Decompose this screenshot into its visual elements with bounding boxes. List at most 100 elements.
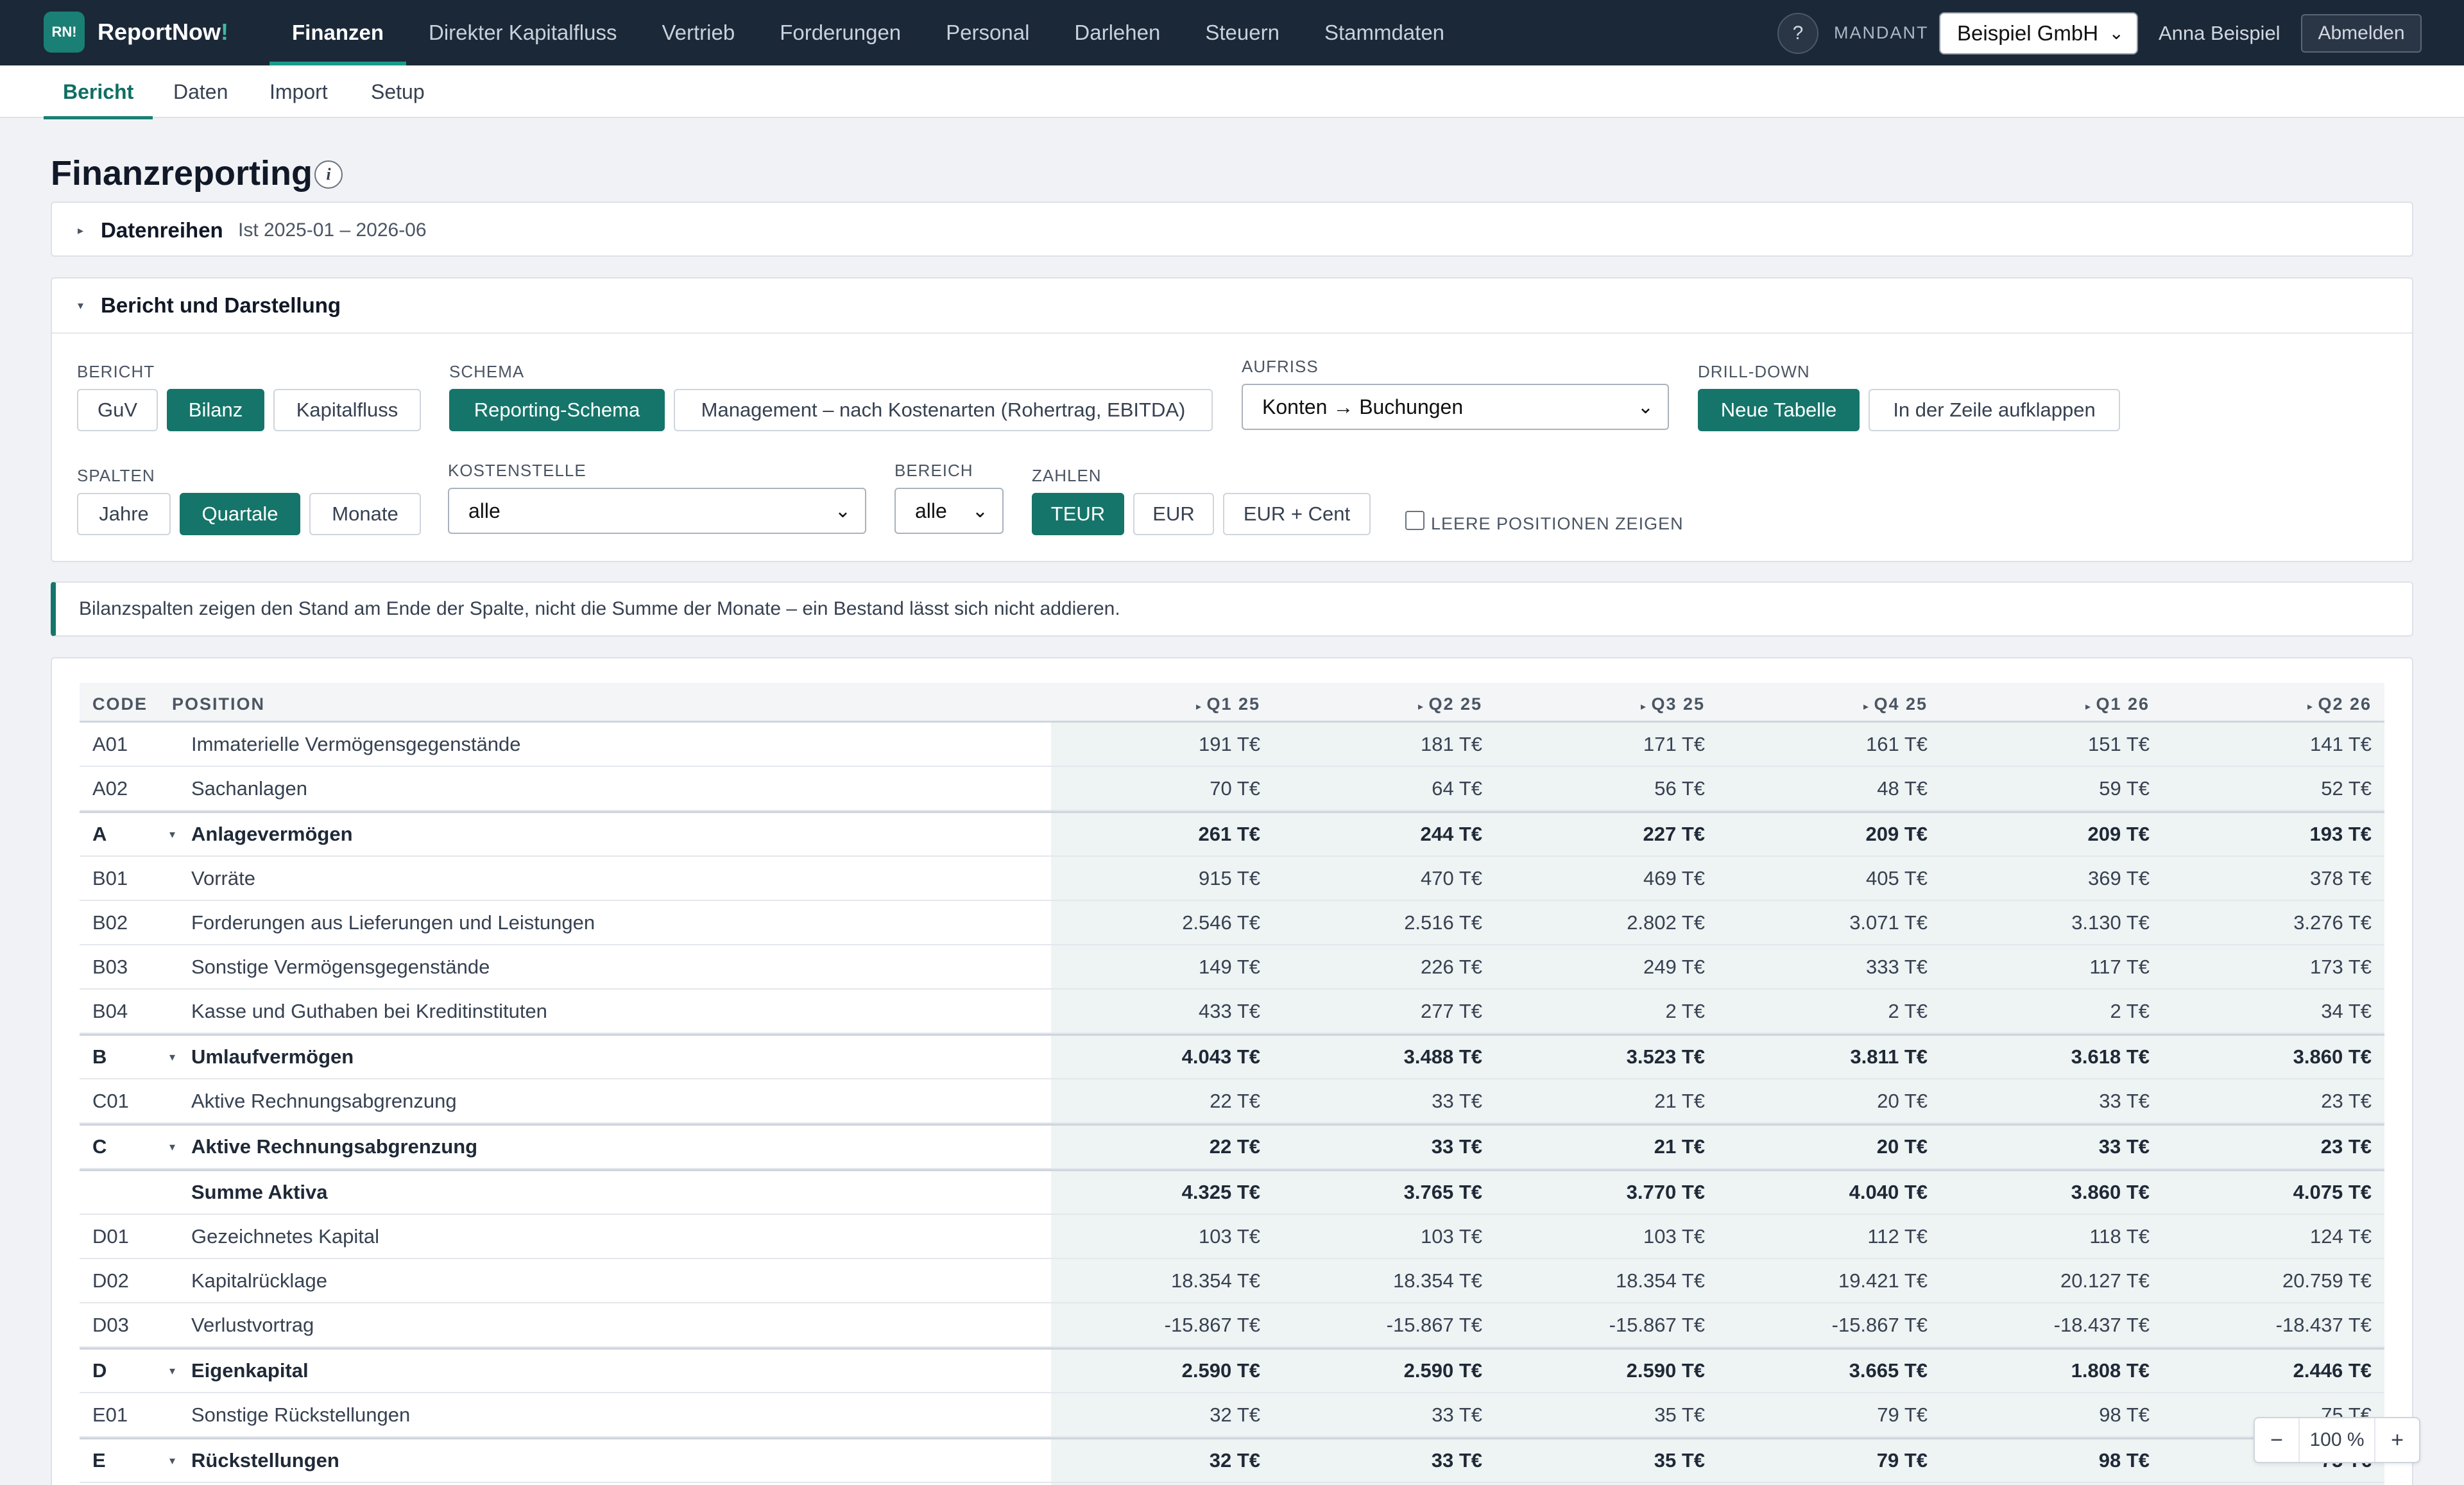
col-header-quarter[interactable]: ▸ Q1 25: [1068, 694, 1260, 717]
row-value[interactable]: 171 T€: [1500, 723, 1705, 766]
kostenstelle-select[interactable]: alle ⌄: [448, 488, 866, 534]
row-value[interactable]: 22 T€: [1055, 1126, 1260, 1168]
row-value[interactable]: -18.437 T€: [1944, 1303, 2150, 1346]
row-value[interactable]: 21 T€: [1500, 1079, 1705, 1122]
row-value[interactable]: 79 T€: [1722, 1393, 1928, 1436]
drilldown-new-table-button[interactable]: Neue Tabelle: [1698, 389, 1860, 431]
zoom-out-button[interactable]: −: [2255, 1418, 2298, 1462]
row-value[interactable]: 33 T€: [1277, 1079, 1482, 1122]
row-value[interactable]: 103 T€: [1277, 1215, 1482, 1258]
row-value[interactable]: 244 T€: [1277, 813, 1482, 855]
row-value[interactable]: 56 T€: [1500, 767, 1705, 810]
row-value[interactable]: 23 T€: [2166, 1126, 2372, 1168]
row-value[interactable]: 18.354 T€: [1277, 1259, 1482, 1302]
row-value[interactable]: 2 T€: [1500, 990, 1705, 1033]
row-value[interactable]: 35 T€: [1500, 1393, 1705, 1436]
row-value[interactable]: 209 T€: [1944, 813, 2150, 855]
table-row[interactable]: B04 Kasse und Guthaben bei Kreditinstitut…: [80, 990, 2384, 1034]
brand-name[interactable]: ReportNow!: [98, 18, 228, 46]
row-value[interactable]: 32 T€: [1055, 1393, 1260, 1436]
schema-management-button[interactable]: Management – nach Kostenarten (Rohertrag…: [674, 389, 1213, 431]
row-value[interactable]: 2.546 T€: [1055, 901, 1260, 944]
table-row[interactable]: B02 Forderungen aus Lieferungen und Leist…: [80, 901, 2384, 945]
row-value[interactable]: 470 T€: [1277, 857, 1482, 900]
row-value[interactable]: 20 T€: [1722, 1079, 1928, 1122]
row-value[interactable]: 112 T€: [1722, 1215, 1928, 1258]
row-value[interactable]: 98 T€: [1944, 1393, 2150, 1436]
row-value[interactable]: 3.071 T€: [1722, 901, 1928, 944]
table-row[interactable]: B01 Vorräte 915 T€ 470 T€ 469 T€ 405 T€ 369 T€…: [80, 857, 2384, 901]
row-value[interactable]: 3.665 T€: [1722, 1350, 1928, 1392]
table-row[interactable]: D03 Verlustvortrag -15.867 T€ -15.867 T€ -15…: [80, 1303, 2384, 1348]
zahlen-eur-cent-button[interactable]: EUR + Cent: [1223, 493, 1371, 535]
expand-toggle-icon[interactable]: ▾: [169, 1350, 175, 1392]
row-value[interactable]: 2.590 T€: [1055, 1350, 1260, 1392]
row-value[interactable]: 369 T€: [1944, 857, 2150, 900]
row-value[interactable]: 2.590 T€: [1500, 1350, 1705, 1392]
row-value[interactable]: 118 T€: [1944, 1215, 2150, 1258]
row-value[interactable]: 405 T€: [1722, 857, 1928, 900]
zahlen-eur-button[interactable]: EUR: [1133, 493, 1214, 535]
row-value[interactable]: 4.075 T€: [2166, 1171, 2372, 1214]
help-icon[interactable]: ?: [1777, 13, 1818, 54]
row-value[interactable]: 141 T€: [2166, 723, 2372, 766]
row-value[interactable]: 33 T€: [1277, 1126, 1482, 1168]
tab-setup[interactable]: Setup: [371, 65, 425, 118]
row-value[interactable]: 226 T€: [1277, 945, 1482, 988]
bericht-bilanz-button[interactable]: Bilanz: [167, 389, 264, 431]
row-value[interactable]: -15.867 T€: [1722, 1303, 1928, 1346]
col-header-quarter[interactable]: ▸ Q1 26: [1957, 694, 2150, 717]
row-value[interactable]: 227 T€: [1500, 813, 1705, 855]
bericht-panel-header[interactable]: ▾ Bericht und Darstellung: [52, 279, 2412, 334]
row-value[interactable]: 33 T€: [1944, 1126, 2150, 1168]
row-value[interactable]: 161 T€: [1722, 723, 1928, 766]
spalten-quartale-button[interactable]: Quartale: [180, 493, 300, 535]
row-value[interactable]: 124 T€: [2166, 1215, 2372, 1258]
row-value[interactable]: 35 T€: [1500, 1439, 1705, 1482]
row-value[interactable]: 2 T€: [1944, 990, 2150, 1033]
row-value[interactable]: 433 T€: [1055, 990, 1260, 1033]
expand-toggle-icon[interactable]: ▾: [169, 1439, 175, 1482]
expand-toggle-icon[interactable]: ▾: [169, 813, 175, 855]
row-value[interactable]: 52 T€: [2166, 767, 2372, 810]
row-value[interactable]: 3.770 T€: [1500, 1171, 1705, 1214]
row-value[interactable]: 59 T€: [1944, 767, 2150, 810]
row-value[interactable]: 20 T€: [1722, 1126, 1928, 1168]
row-value[interactable]: 2.802 T€: [1500, 901, 1705, 944]
row-value[interactable]: 48 T€: [1722, 767, 1928, 810]
row-value[interactable]: 98 T€: [1944, 1439, 2150, 1482]
col-header-quarter[interactable]: ▸ Q3 25: [1512, 694, 1705, 717]
table-total-row[interactable]: Summe Aktiva 4.325 T€ 3.765 T€ 3.770 T€ 4.04…: [80, 1169, 2384, 1215]
table-group-row[interactable]: E ▾ Rückstellungen 32 T€ 33 T€ 35 T€ 79 T€ 98 T…: [80, 1438, 2384, 1483]
nav-item-steuern[interactable]: Steuern: [1183, 0, 1302, 65]
col-header-quarter[interactable]: ▸ Q2 25: [1290, 694, 1482, 717]
row-value[interactable]: 32 T€: [1055, 1439, 1260, 1482]
row-value[interactable]: 20.127 T€: [1944, 1259, 2150, 1302]
row-value[interactable]: -15.867 T€: [1500, 1303, 1705, 1346]
schema-reporting-button[interactable]: Reporting-Schema: [449, 389, 665, 431]
row-value[interactable]: 18.354 T€: [1055, 1259, 1260, 1302]
row-value[interactable]: 64 T€: [1277, 767, 1482, 810]
datenreihen-panel[interactable]: ▸ Datenreihen Ist 2025-01 – 2026-06: [51, 202, 2413, 257]
leere-positionen-label[interactable]: LEERE POSITIONEN ZEIGEN: [1431, 513, 1684, 534]
mandant-select[interactable]: Beispiel GmbH ⌄: [1939, 12, 2138, 55]
row-value[interactable]: 70 T€: [1055, 767, 1260, 810]
row-value[interactable]: 4.325 T€: [1055, 1171, 1260, 1214]
collapse-arrow-icon[interactable]: ▸: [78, 224, 83, 237]
leere-positionen-checkbox[interactable]: [1405, 511, 1425, 530]
row-value[interactable]: 19.421 T€: [1722, 1259, 1928, 1302]
row-value[interactable]: 103 T€: [1500, 1215, 1705, 1258]
table-row[interactable]: D01 Gezeichnetes Kapital 103 T€ 103 T€ 103 T…: [80, 1215, 2384, 1259]
nav-item-forderungen[interactable]: Forderungen: [757, 0, 923, 65]
row-value[interactable]: 2 T€: [1722, 990, 1928, 1033]
row-value[interactable]: 261 T€: [1055, 813, 1260, 855]
datenreihen-header[interactable]: ▸ Datenreihen Ist 2025-01 – 2026-06: [52, 203, 2412, 258]
row-value[interactable]: 33 T€: [1944, 1079, 2150, 1122]
table-row[interactable]: A02 Sachanlagen 70 T€ 64 T€ 56 T€ 48 T€ 59 T€ 5…: [80, 767, 2384, 811]
nav-item-direkter-kapitalfluss[interactable]: Direkter Kapitalfluss: [406, 0, 639, 65]
row-value[interactable]: 3.860 T€: [2166, 1036, 2372, 1078]
row-value[interactable]: -15.867 T€: [1277, 1303, 1482, 1346]
row-value[interactable]: 378 T€: [2166, 857, 2372, 900]
row-value[interactable]: 3.811 T€: [1722, 1036, 1928, 1078]
row-value[interactable]: 79 T€: [1722, 1439, 1928, 1482]
